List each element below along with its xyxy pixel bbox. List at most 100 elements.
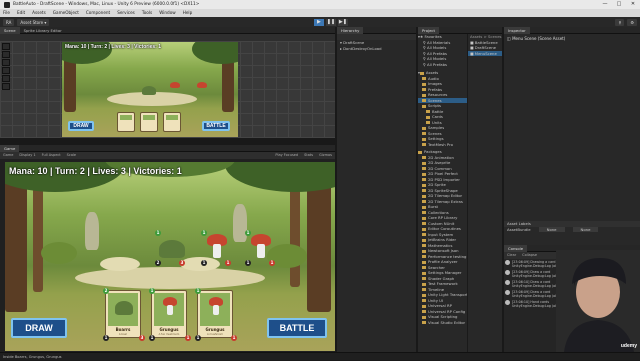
game-hud-text: Mana: 10 | Turn: 2 | Lives: 3 | Victorie… (9, 166, 182, 176)
hierarchy-item-dontdestroy[interactable]: ▸ DontDestroyOnLoad (337, 46, 416, 52)
menu-services[interactable]: Services (117, 9, 135, 17)
folder-icon (422, 156, 426, 159)
scale-slider-label[interactable]: Scale (67, 152, 76, 159)
minimize-icon[interactable]: — (598, 0, 612, 9)
tab-scene[interactable]: Scene (0, 26, 20, 34)
unit-health-badge: 1 (269, 260, 275, 266)
menu-component[interactable]: Component (86, 9, 110, 17)
asset-variant-dropdown[interactable]: None (572, 226, 599, 232)
menu-tools[interactable]: Tools (142, 9, 152, 17)
play-icon[interactable]: ▶ (313, 18, 324, 26)
mushroom-unit (197, 82, 207, 88)
unit-attack-badge: 2 (155, 260, 161, 266)
step-icon[interactable]: ▶❚ (337, 18, 348, 26)
pause-icon[interactable]: ❚❚ (325, 18, 336, 26)
gear-icon[interactable]: ⚙ (627, 18, 637, 26)
folder-icon (422, 183, 426, 187)
rotate-tool-icon[interactable] (2, 59, 10, 66)
folder-icon (422, 288, 426, 291)
unit-health-badge: 1 (225, 260, 231, 266)
battle-button[interactable]: BATTLE (267, 318, 327, 338)
asset-bundle-label: AssetBundle (507, 226, 531, 232)
hand-card[interactable]: Grungus A mushroom 1 1 1 (195, 288, 237, 341)
display-mode-dropdown[interactable]: Game (3, 152, 13, 159)
tab-hierarchy[interactable]: Hierarchy (337, 26, 364, 34)
hand-card[interactable]: Boarrs A boar 2 1 3 (103, 288, 145, 341)
menu-assets[interactable]: Assets (32, 9, 46, 17)
menu-window[interactable]: Window (159, 9, 176, 17)
card-art-mushroom (200, 293, 230, 326)
gizmos-button[interactable]: Gizmos (319, 152, 332, 159)
menu-edit[interactable]: Edit (17, 9, 25, 17)
transform-tool-icon[interactable] (2, 83, 10, 90)
tab-project[interactable]: Project (418, 26, 439, 34)
hedgehog-unit (142, 86, 156, 95)
folder-icon (422, 172, 426, 176)
menu-gameobject[interactable]: GameObject (53, 9, 79, 17)
asset-bundle-dropdown[interactable]: None (538, 226, 565, 232)
folder-icon (422, 293, 426, 297)
folder-icon (422, 271, 426, 275)
scene-hud-text: Mana: 10 | Turn: 2 | Lives: 3 | Victorie… (65, 44, 161, 50)
card-attack-badge: 1 (149, 335, 155, 341)
inspector-tabstrip: Inspector (504, 26, 640, 34)
tab-inspector[interactable]: Inspector (504, 26, 530, 34)
menu-help[interactable]: Help (183, 9, 193, 17)
file-item-selected[interactable]: ■ MenuScene (468, 50, 502, 56)
maximize-icon[interactable]: □ (612, 0, 626, 9)
game-viewport[interactable]: Mana: 10 | Turn: 2 | Lives: 3 | Victorie… (5, 162, 335, 351)
folder-icon (422, 266, 426, 269)
project-panel: Project ▾★ Favorites ⚲ All Materials ⚲ A… (418, 26, 502, 352)
folder-icon (422, 282, 426, 286)
card-health-badge: 1 (185, 335, 191, 341)
play-controls: ▶ ❚❚ ▶❚ (313, 18, 349, 26)
tab-sprite-library-editor[interactable]: Sprite Library Editor (20, 27, 66, 34)
clear-button[interactable]: Clear (507, 252, 516, 259)
hand-card[interactable]: Grungus A fun mushroom 1 1 1 (149, 288, 191, 341)
account-button[interactable]: RA (3, 18, 15, 26)
tab-game[interactable]: Game (0, 144, 20, 152)
menu-file[interactable]: File (3, 9, 10, 17)
field-unit-hedgehog[interactable]: 1 2 3 (155, 230, 189, 274)
card-attack-badge: 1 (195, 335, 201, 341)
card-description: A boar (118, 333, 128, 336)
tab-console[interactable]: Console (504, 244, 528, 252)
game-tabstrip: Game (0, 144, 335, 152)
card-description: A fun mushroom (158, 333, 180, 336)
draw-button[interactable]: DRAW (11, 318, 67, 338)
mushroom-unit (170, 82, 180, 88)
unit-level-badge: 1 (155, 230, 161, 236)
project-tabstrip: Project (418, 26, 502, 34)
info-icon (505, 300, 510, 305)
hand-tool-icon[interactable] (2, 43, 10, 50)
folder-icon (422, 211, 426, 214)
display-select-dropdown[interactable]: Display 1 (19, 152, 35, 159)
asset-store-button[interactable]: Asset Store ▾ (17, 18, 50, 26)
search-icon[interactable]: ⚲ (615, 18, 625, 26)
tree-item[interactable]: ⚲ All Prefabs (418, 62, 467, 68)
stats-button[interactable]: Stats (304, 152, 313, 159)
field-unit-mushroom[interactable]: 1 1 1 (245, 230, 279, 274)
menu-bar: File Edit Assets GameObject Component Se… (0, 9, 640, 17)
package-item[interactable]: Visual Studio Editor (418, 320, 467, 326)
scale-tool-icon[interactable] (2, 67, 10, 74)
status-text: Inside Boarrs, Grungus, Grungus (3, 355, 62, 359)
folder-icon (422, 222, 426, 225)
project-files: Assets > Scenes ■ BattleScene ■ DraftSce… (468, 34, 502, 352)
play-focused-dropdown[interactable]: Play Focused (275, 152, 298, 159)
aspect-dropdown[interactable]: Full Aspect (42, 152, 61, 159)
tree-trunk (290, 177, 300, 287)
tree-item[interactable]: TextMesh Pro (418, 142, 467, 148)
path-patch (100, 257, 140, 271)
folder-icon (422, 315, 426, 319)
card-cost-badge: 2 (103, 288, 109, 294)
folder-icon (422, 205, 426, 209)
move-tool-icon[interactable] (2, 51, 10, 58)
close-icon[interactable]: ✕ (626, 0, 640, 9)
info-icon (505, 280, 510, 285)
scene-draw-button: DRAW (68, 121, 94, 131)
collapse-button[interactable]: Collapse (522, 252, 537, 259)
scene-viewport[interactable]: Mana: 10 | Turn: 2 | Lives: 3 | Victorie… (62, 42, 238, 137)
rect-tool-icon[interactable] (2, 75, 10, 82)
field-unit-mushroom[interactable]: 1 1 1 (201, 230, 235, 274)
